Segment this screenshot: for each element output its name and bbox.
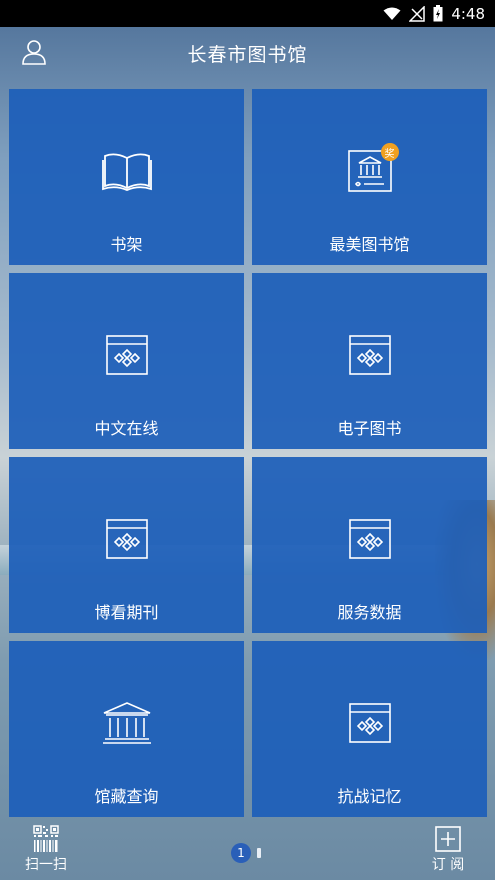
page-indicator: 1 xyxy=(231,843,261,863)
user-button[interactable] xyxy=(18,38,50,70)
feature-grid: 书架 奖 最美图书馆 中文在线 电子图书 博看期刊 服务数据 馆藏查询 抗战记忆 xyxy=(9,89,487,817)
page-title: 长春市图书馆 xyxy=(187,43,308,66)
qr-barcode-icon xyxy=(33,824,59,854)
tile-label: 书架 xyxy=(110,235,143,254)
scan-button[interactable]: 扫一扫 xyxy=(16,824,76,876)
user-icon xyxy=(20,38,48,70)
window-app-icon xyxy=(101,517,153,561)
tile-label: 抗战记忆 xyxy=(337,787,402,806)
app-header: 长春市图书馆 xyxy=(0,27,495,79)
library-award-icon: 奖 xyxy=(347,143,399,193)
tile-collection-search[interactable]: 馆藏查询 xyxy=(9,641,244,817)
tile-chinese-online[interactable]: 中文在线 xyxy=(9,273,244,449)
window-app-icon xyxy=(344,517,396,561)
tile-label: 博看期刊 xyxy=(94,603,159,622)
page-indicator-next[interactable] xyxy=(257,848,261,858)
status-bar: 4:48 xyxy=(0,0,495,27)
tile-label: 服务数据 xyxy=(337,603,402,622)
tile-war-memory[interactable]: 抗战记忆 xyxy=(252,641,487,817)
plus-square-icon xyxy=(435,824,461,854)
tile-best-library[interactable]: 奖 最美图书馆 xyxy=(252,89,487,265)
subscribe-button[interactable]: 订 阅 xyxy=(418,824,478,876)
tile-ebooks[interactable]: 电子图书 xyxy=(252,273,487,449)
award-badge: 奖 xyxy=(380,143,399,161)
battery-charging-icon xyxy=(433,5,443,22)
bottom-bar: 扫一扫 1 订 阅 xyxy=(0,818,495,880)
tile-label: 电子图书 xyxy=(337,419,402,438)
window-app-icon xyxy=(101,333,153,377)
scan-label: 扫一扫 xyxy=(25,857,67,873)
window-app-icon xyxy=(344,701,396,745)
page-indicator-current: 1 xyxy=(231,843,251,863)
tile-bookshelf[interactable]: 书架 xyxy=(9,89,244,265)
window-app-icon xyxy=(344,333,396,377)
wifi-icon xyxy=(383,7,401,21)
no-signal-icon xyxy=(409,5,426,22)
status-time: 4:48 xyxy=(451,4,485,23)
tile-bookan-journals[interactable]: 博看期刊 xyxy=(9,457,244,633)
library-building-icon xyxy=(101,701,153,745)
tile-label: 中文在线 xyxy=(94,419,159,438)
tile-label: 馆藏查询 xyxy=(94,787,159,806)
tile-label: 最美图书馆 xyxy=(329,235,410,254)
tile-service-data[interactable]: 服务数据 xyxy=(252,457,487,633)
subscribe-label: 订 阅 xyxy=(431,857,465,873)
book-icon xyxy=(101,149,153,193)
